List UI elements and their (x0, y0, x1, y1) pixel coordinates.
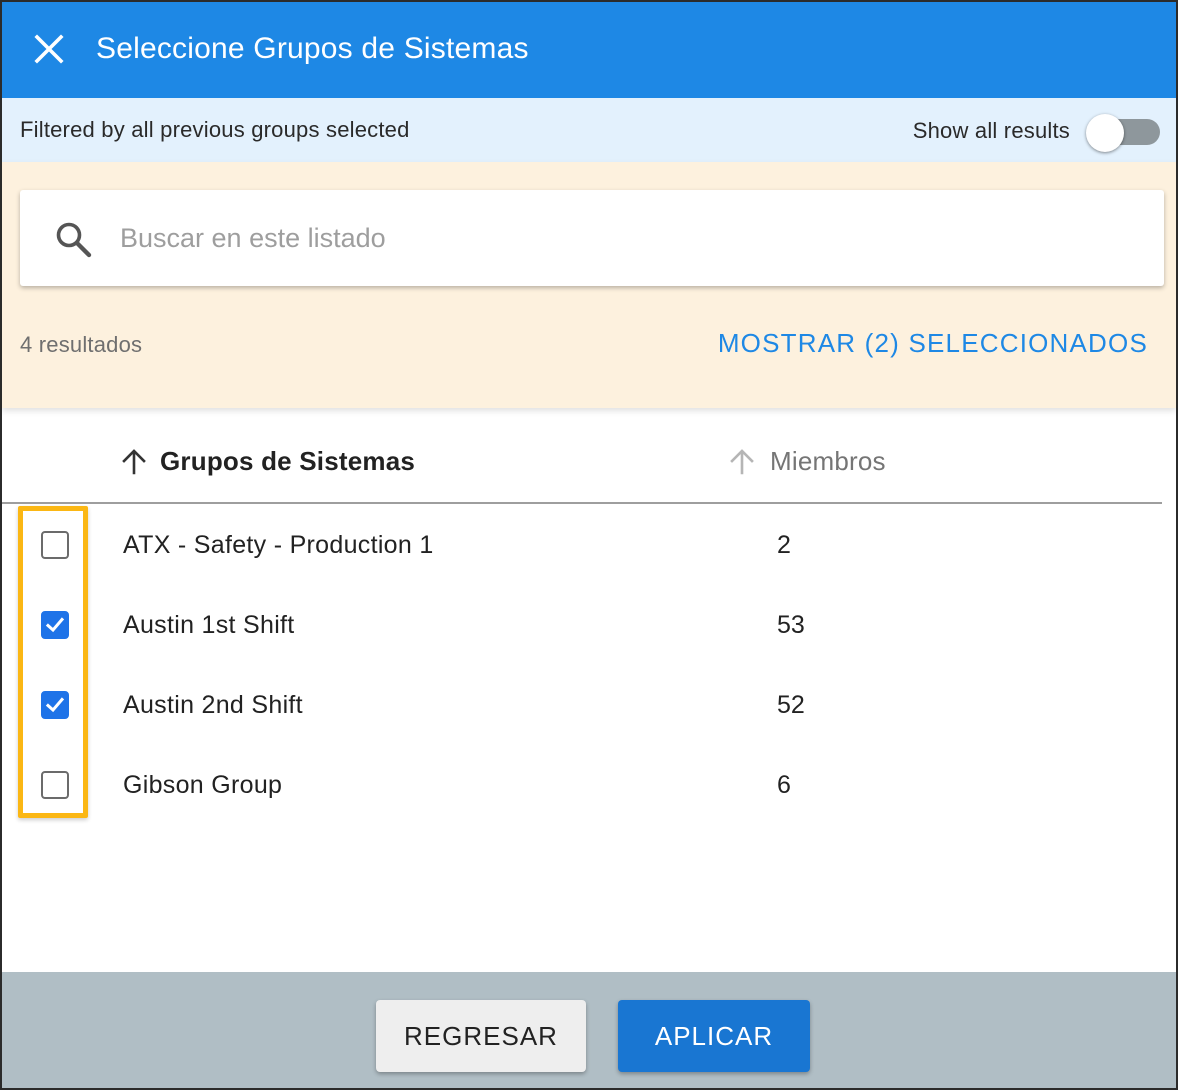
results-count: 4 resultados (20, 332, 143, 357)
column-header-members[interactable]: Miembros (728, 446, 886, 477)
row-checkbox[interactable] (41, 691, 69, 719)
row-members-count: 2 (777, 531, 791, 559)
search-input[interactable] (120, 216, 1120, 260)
row-group-name: Gibson Group (123, 771, 283, 799)
toggle-thumb (1086, 114, 1124, 152)
search-icon (56, 222, 92, 258)
dialog-footer: REGRESAR APLICAR (2, 972, 1176, 1088)
close-button[interactable] (28, 28, 70, 70)
dialog-title: Seleccione Grupos de Sistemas (96, 32, 529, 65)
table-row: Austin 1st Shift 53 (2, 586, 1162, 666)
filter-bar: Filtered by all previous groups selected… (2, 98, 1176, 162)
table-row: Gibson Group 6 (2, 746, 1162, 826)
search-area: 4 resultados MOSTRAR (2) SELECCIONADOS (2, 162, 1176, 408)
column-label: Grupos de Sistemas (160, 446, 416, 476)
close-icon (34, 34, 64, 64)
row-members-count: 53 (777, 611, 805, 639)
arrow-up-icon (122, 448, 146, 474)
filter-description: Filtered by all previous groups selected (20, 117, 410, 142)
show-all-results-label: Show all results (912, 118, 1070, 143)
row-group-name: Austin 1st Shift (123, 611, 295, 639)
row-checkbox[interactable] (41, 531, 69, 559)
checkmark-icon (45, 697, 65, 713)
show-all-results-toggle[interactable] (1086, 114, 1162, 152)
row-members-count: 6 (777, 771, 791, 799)
checkmark-icon (45, 617, 65, 633)
dialog-header: Seleccione Grupos de Sistemas (2, 2, 1176, 98)
table-row: Austin 2nd Shift 52 (2, 666, 1162, 746)
search-box[interactable] (20, 190, 1164, 286)
row-checkbox[interactable] (41, 611, 69, 639)
table-row: ATX - Safety - Production 1 2 (2, 506, 1162, 586)
table-body: ATX - Safety - Production 1 2 Austin 1st… (2, 506, 1162, 826)
row-checkbox[interactable] (41, 771, 69, 799)
column-label: Miembros (770, 446, 886, 476)
show-selected-link[interactable]: MOSTRAR (2) SELECCIONADOS (718, 328, 1148, 359)
arrow-up-icon (730, 448, 754, 474)
column-header-system-groups[interactable]: Grupos de Sistemas (120, 446, 415, 477)
row-group-name: Austin 2nd Shift (123, 691, 303, 719)
table-header: Grupos de Sistemas Miembros (2, 408, 1162, 504)
row-members-count: 52 (777, 691, 805, 719)
row-group-name: ATX - Safety - Production 1 (123, 531, 434, 559)
back-button[interactable]: REGRESAR (376, 1000, 586, 1072)
apply-button[interactable]: APLICAR (618, 1000, 810, 1072)
select-system-groups-dialog: Seleccione Grupos de Sistemas Filtered b… (0, 0, 1178, 1090)
